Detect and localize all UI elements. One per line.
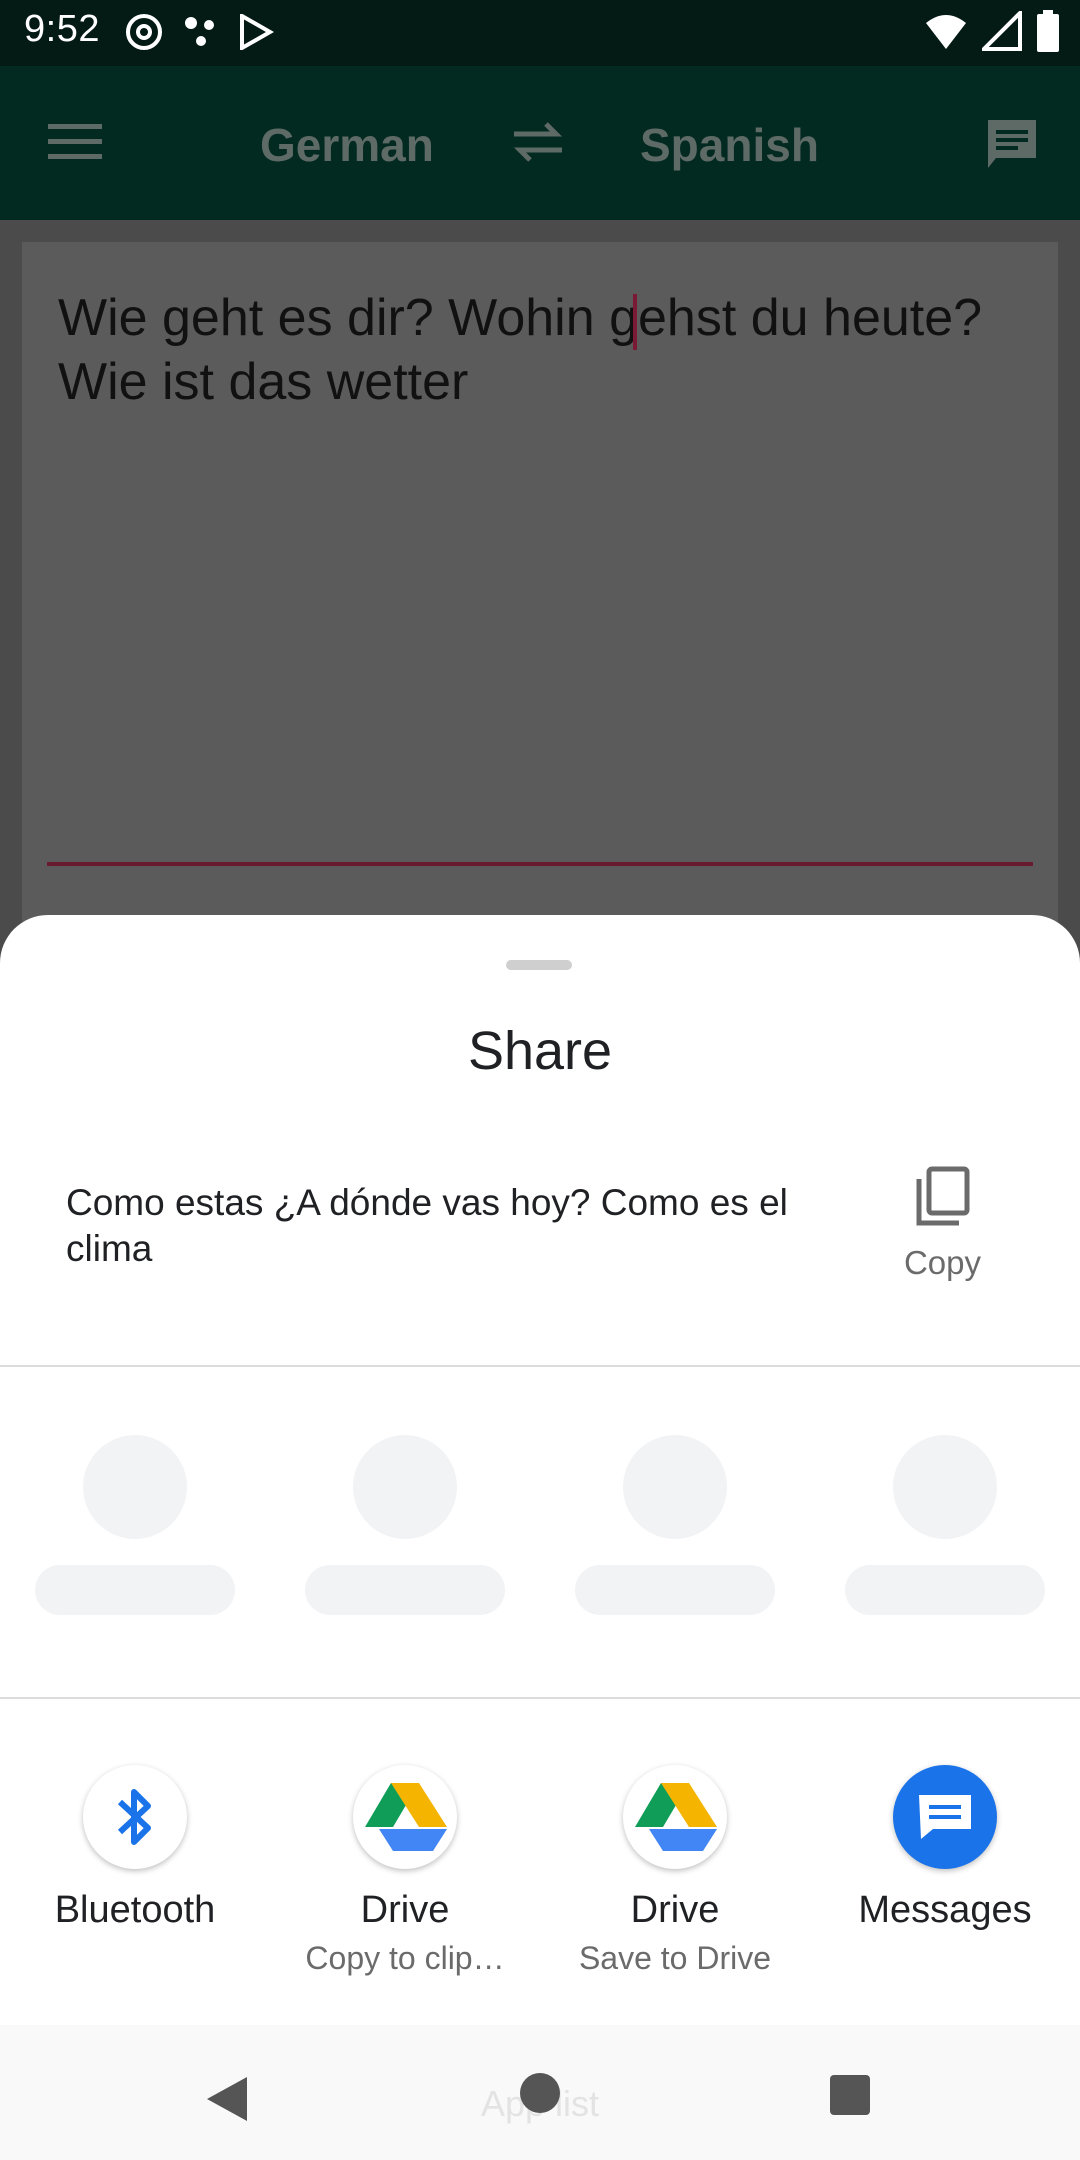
share-targets: Bluetooth Drive Copy to clip… Drive Save… (0, 1765, 1080, 1995)
direct-share-placeholders (0, 1435, 1080, 1615)
share-target-subtitle: Save to Drive (578, 1940, 772, 1976)
input-text: Wie geht es dir? Wohin gehst du heute? W… (58, 289, 983, 411)
notification-icons (124, 12, 274, 52)
share-target-messages[interactable]: Messages (825, 1765, 1065, 1940)
play-store-icon (240, 14, 274, 50)
status-bar: 9:52 (0, 0, 1080, 66)
source-language[interactable]: German (260, 118, 434, 172)
recents-icon[interactable] (830, 2075, 870, 2115)
input-text-area[interactable]: Wie geht es dir? Wohin gehst du heute? W… (22, 242, 1058, 922)
divider-top (0, 1365, 1080, 1367)
copy-button[interactable]: Copy (880, 1165, 1005, 1282)
share-target-drive-save[interactable]: Drive Save to Drive (555, 1765, 795, 1977)
status-time: 9:52 (24, 8, 100, 50)
share-target-bluetooth[interactable]: Bluetooth (15, 1765, 255, 1940)
share-preview-text: Como estas ¿A dónde vas hoy? Como es el … (66, 1182, 788, 1269)
share-title: Share (467, 1021, 613, 1081)
input-underline (47, 862, 1033, 866)
google-drive-icon (365, 1783, 447, 1851)
at-sign-icon (126, 14, 162, 50)
drag-handle[interactable] (506, 960, 572, 970)
signal-icon (982, 11, 1022, 51)
menu-icon[interactable] (48, 122, 102, 162)
target-language[interactable]: Spanish (640, 118, 819, 172)
home-icon[interactable] (520, 2073, 560, 2113)
share-sheet: Share Como estas ¿A dónde vas hoy? Como … (0, 915, 1080, 2025)
messages-icon (919, 1795, 971, 1839)
back-icon[interactable] (205, 2075, 249, 2123)
battery-icon (1037, 10, 1059, 52)
text-caret (633, 294, 637, 350)
conversation-icon[interactable] (982, 116, 1042, 176)
dots-icon (185, 17, 214, 46)
swap-languages-icon[interactable] (510, 120, 566, 164)
bluetooth-icon (117, 1789, 151, 1845)
copy-icon (916, 1166, 969, 1226)
share-target-name: Bluetooth (54, 1889, 216, 1931)
google-drive-icon (635, 1783, 717, 1851)
share-target-drive-copy[interactable]: Drive Copy to clip… (285, 1765, 525, 1977)
share-target-subtitle: Copy to clip… (305, 1940, 505, 1976)
navigation-bar: App list (0, 2025, 1080, 2160)
wifi-icon (926, 15, 966, 49)
share-target-name: Drive (360, 1889, 450, 1931)
app-bar: German Spanish (0, 66, 1080, 220)
share-target-name: Messages (858, 1889, 1032, 1931)
share-target-name: Drive (630, 1889, 720, 1931)
divider-bottom (0, 1697, 1080, 1699)
system-icons (924, 10, 1060, 52)
copy-label: Copy (903, 1244, 982, 1281)
